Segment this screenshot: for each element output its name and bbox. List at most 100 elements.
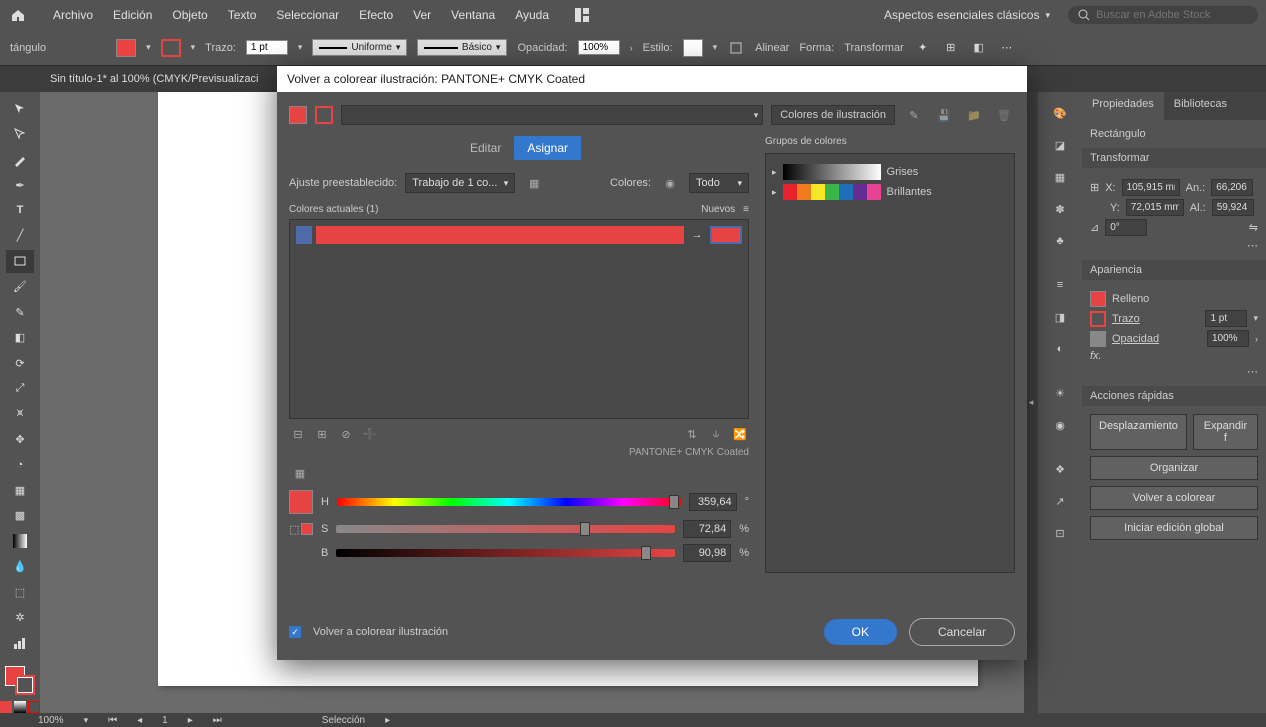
artboards-panel-icon[interactable]: ⊡ bbox=[1045, 518, 1075, 548]
none-mode[interactable] bbox=[28, 701, 40, 713]
tab-propiedades[interactable]: Propiedades bbox=[1082, 92, 1164, 120]
curvature-tool[interactable]: ✒ bbox=[6, 173, 34, 196]
angle-input[interactable] bbox=[1105, 219, 1147, 236]
fx-button[interactable]: fx. bbox=[1090, 350, 1102, 362]
colors-dropdown[interactable]: Todo▾ bbox=[689, 173, 749, 193]
workspace-switcher[interactable]: Aspectos esenciales clásicos ▾ bbox=[876, 4, 1058, 26]
nav-first-icon[interactable]: ⏮ bbox=[108, 715, 117, 726]
menu-texto[interactable]: Texto bbox=[218, 2, 267, 28]
chevron-down-icon[interactable]: ▾ bbox=[1253, 313, 1258, 324]
hue-value[interactable]: 359,64 bbox=[689, 493, 737, 511]
more-options-icon[interactable]: ⋯ bbox=[1247, 366, 1258, 378]
menu-archivo[interactable]: Archivo bbox=[43, 2, 103, 28]
bri-value[interactable]: 90,98 bbox=[683, 544, 731, 562]
more-options-icon[interactable]: ⋯ bbox=[1247, 240, 1258, 252]
color-row[interactable]: → bbox=[296, 226, 742, 244]
perspective-tool[interactable]: ▦ bbox=[6, 479, 34, 502]
menu-ayuda[interactable]: Ayuda bbox=[505, 2, 559, 28]
fill-stroke-swatch[interactable] bbox=[5, 666, 35, 695]
expand-button[interactable]: Expandir f bbox=[1193, 414, 1258, 450]
separate-icon[interactable]: ⊞ bbox=[313, 425, 331, 443]
color-guide-icon[interactable]: ◪ bbox=[1045, 130, 1075, 160]
exclude-icon[interactable]: ⊘ bbox=[337, 425, 355, 443]
eyedropper-tool[interactable]: 💧 bbox=[6, 555, 34, 578]
opacity-label[interactable]: Opacidad bbox=[1112, 333, 1159, 345]
opacity-swatch-prop[interactable] bbox=[1090, 331, 1106, 347]
global-edit-button[interactable]: Iniciar edición global bbox=[1090, 516, 1258, 540]
gradient-panel-icon[interactable]: ◨ bbox=[1045, 302, 1075, 332]
stock-search-input[interactable] bbox=[1096, 9, 1248, 21]
assign-tab[interactable]: Asignar bbox=[514, 136, 581, 160]
grad-mode[interactable] bbox=[14, 701, 26, 713]
row-handle[interactable] bbox=[296, 226, 312, 244]
hue-slider[interactable] bbox=[337, 498, 681, 506]
doc-setup-icon[interactable] bbox=[727, 39, 745, 57]
w-input[interactable] bbox=[1211, 179, 1253, 196]
isolate-icon[interactable]: ✦ bbox=[914, 39, 932, 57]
more-icon[interactable]: ⋯ bbox=[998, 39, 1016, 57]
align-label[interactable]: Alinear bbox=[755, 42, 789, 54]
graphic-styles-icon[interactable]: ◉ bbox=[1045, 410, 1075, 440]
chevron-right-icon[interactable]: › bbox=[1255, 334, 1258, 344]
zoom-level[interactable]: 100% bbox=[38, 715, 64, 726]
find-row-icon[interactable]: ⇅ bbox=[683, 425, 701, 443]
blend-tool[interactable]: ⬚ bbox=[6, 580, 34, 603]
folder-icon[interactable]: 📁 bbox=[963, 104, 985, 126]
mesh-tool[interactable]: ▩ bbox=[6, 504, 34, 527]
new-color-swatch[interactable] bbox=[710, 226, 742, 244]
illustration-colors-button[interactable]: Colores de ilustración bbox=[771, 105, 895, 125]
preset-dropdown[interactable]: Trabajo de 1 co...▾ bbox=[405, 173, 515, 193]
menu-efecto[interactable]: Efecto bbox=[349, 2, 403, 28]
chevron-down-icon[interactable]: ▾ bbox=[84, 715, 89, 726]
line-tool[interactable]: ╱ bbox=[6, 224, 34, 247]
recolor-checkbox-label[interactable]: Volver a colorear ilustración bbox=[313, 626, 448, 638]
ok-button[interactable]: OK bbox=[824, 619, 897, 645]
trash-icon[interactable]: 🗑 bbox=[993, 104, 1015, 126]
document-tab[interactable]: Sin título-1* al 100% (CMYK/Previsualiza… bbox=[50, 73, 258, 85]
stroke-color[interactable] bbox=[15, 675, 35, 695]
preset-options-icon[interactable]: ▦ bbox=[523, 172, 545, 194]
random-order-icon[interactable]: 🔀 bbox=[731, 425, 749, 443]
chevron-down-icon[interactable]: ▾ bbox=[298, 42, 303, 53]
recolor-checkbox[interactable]: ✓ bbox=[289, 626, 301, 638]
opacity-val-prop[interactable] bbox=[1207, 330, 1249, 347]
tab-bibliotecas[interactable]: Bibliotecas bbox=[1164, 92, 1237, 120]
active-stroke-swatch[interactable] bbox=[315, 106, 333, 124]
column-graph-tool[interactable] bbox=[6, 631, 34, 654]
new-row-icon[interactable]: ➕ bbox=[361, 425, 379, 443]
result-swatch[interactable] bbox=[289, 490, 313, 514]
mini-swatch[interactable] bbox=[301, 523, 313, 535]
layout-icon[interactable] bbox=[573, 6, 591, 24]
stock-search[interactable] bbox=[1068, 6, 1258, 24]
paintbrush-tool[interactable]: 🖌 bbox=[6, 275, 34, 298]
active-color-swatch[interactable] bbox=[289, 106, 307, 124]
direct-selection-tool[interactable] bbox=[6, 122, 34, 145]
stroke-swatch[interactable] bbox=[161, 39, 181, 57]
brush-dropdown[interactable]: Básico▾ bbox=[417, 39, 507, 56]
transform-label[interactable]: Transformar bbox=[844, 42, 904, 54]
symbols-icon[interactable]: ♣ bbox=[1045, 226, 1075, 256]
sat-slider[interactable] bbox=[336, 525, 675, 533]
width-tool[interactable]: ⩙ bbox=[6, 402, 34, 425]
y-input[interactable] bbox=[1126, 199, 1184, 216]
transparency-panel-icon[interactable]: ◐ bbox=[1045, 334, 1075, 364]
chevron-down-icon[interactable]: ▾ bbox=[146, 42, 151, 53]
organize-button[interactable]: Organizar bbox=[1090, 456, 1258, 480]
edit-color-icon[interactable]: ✎ bbox=[903, 104, 925, 126]
x-input[interactable] bbox=[1122, 179, 1180, 196]
scale-tool[interactable]: ⤢ bbox=[6, 377, 34, 400]
menu-seleccionar[interactable]: Seleccionar bbox=[266, 2, 349, 28]
status-play-icon[interactable]: ▸ bbox=[385, 715, 390, 726]
rotate-tool[interactable]: ⟳ bbox=[6, 351, 34, 374]
appearance-panel-icon[interactable]: ☀ bbox=[1045, 378, 1075, 408]
align-icon[interactable]: ⊞ bbox=[942, 39, 960, 57]
nav-last-icon[interactable]: ⏭ bbox=[213, 715, 222, 726]
nav-prev-icon[interactable]: ◂ bbox=[137, 715, 142, 726]
chevron-right-icon[interactable]: › bbox=[630, 43, 633, 53]
chevron-down-icon[interactable]: ▾ bbox=[191, 42, 196, 53]
color-reduce-icon[interactable]: ◉ bbox=[659, 172, 681, 194]
save-group-icon[interactable]: 💾 bbox=[933, 104, 955, 126]
fill-swatch[interactable] bbox=[116, 39, 136, 57]
ref-point-icon[interactable]: ⊞ bbox=[1090, 181, 1099, 194]
sat-value[interactable]: 72,84 bbox=[683, 520, 731, 538]
